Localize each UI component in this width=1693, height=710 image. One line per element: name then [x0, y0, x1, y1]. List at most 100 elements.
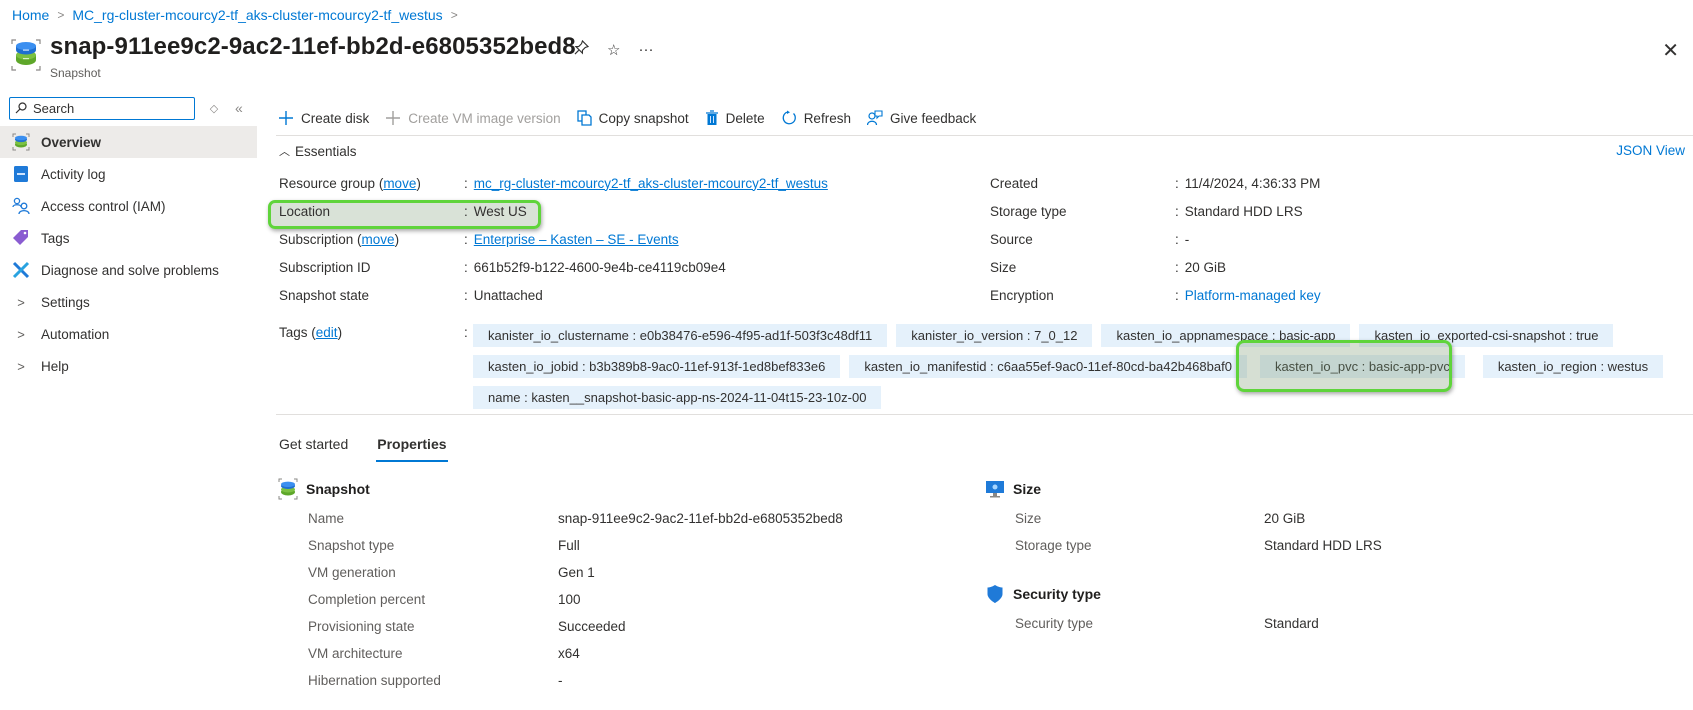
essentials-divider	[276, 414, 1693, 415]
chevron-right-icon: >	[17, 294, 25, 310]
property-row: VM architecture x64	[308, 646, 580, 661]
create-vm-image-version-button[interactable]: Create VM image version	[385, 110, 561, 126]
property-row: Storage type Standard HDD LRS	[1015, 538, 1382, 553]
feedback-icon	[866, 110, 883, 126]
property-row: Name snap-911ee9c2-9ac2-11ef-bb2d-e68053…	[308, 511, 843, 526]
breadcrumb-home[interactable]: Home	[12, 7, 49, 23]
sidebar-search[interactable]	[9, 96, 195, 120]
essentials-storage-type: Storage type : Standard HDD LRS	[990, 203, 1303, 219]
essentials-left: Resource group (move) : mc_rg-cluster-mc…	[279, 169, 828, 309]
tag-chip[interactable]: name : kasten__snapshot-basic-app-ns-202…	[473, 386, 882, 409]
close-icon[interactable]: ✕	[1662, 38, 1679, 63]
iam-icon	[12, 197, 30, 215]
sidebar-item-settings[interactable]: > Settings	[0, 286, 257, 318]
section-heading: Snapshot	[306, 481, 370, 497]
command-bar: Create disk Create VM image version Copy…	[278, 106, 992, 130]
activity-log-icon	[12, 165, 30, 183]
json-view-link[interactable]: JSON View	[1616, 143, 1685, 158]
search-icon	[15, 102, 27, 114]
delete-button[interactable]: Delete	[705, 110, 765, 126]
plus-icon	[386, 111, 401, 125]
star-icon[interactable]: ☆	[607, 41, 620, 59]
breadcrumb-resource-group[interactable]: MC_rg-cluster-mcourcy2-tf_aks-cluster-mc…	[72, 7, 442, 23]
properties-snapshot: Snapshot Name snap-911ee9c2-9ac2-11ef-bb…	[277, 476, 843, 694]
toolbar-divider	[276, 135, 1693, 136]
collapse-sidebar-icon[interactable]: «	[235, 100, 243, 116]
wrench-icon	[12, 261, 30, 279]
plus-icon	[279, 111, 293, 125]
more-icon[interactable]: ···	[638, 41, 653, 58]
sidebar-item-label: Automation	[41, 326, 110, 342]
sidebar: ◇ « Overview Activity log	[0, 96, 257, 382]
resource-group-link[interactable]: mc_rg-cluster-mcourcy2-tf_aks-cluster-mc…	[474, 176, 828, 191]
copy-snapshot-button[interactable]: Copy snapshot	[576, 110, 689, 126]
sidebar-item-automation[interactable]: > Automation	[0, 318, 257, 350]
sidebar-item-label: Diagnose and solve problems	[41, 262, 219, 278]
breadcrumb: Home > MC_rg-cluster-mcourcy2-tf_aks-clu…	[12, 7, 466, 23]
sidebar-item-label: Activity log	[41, 166, 106, 182]
trash-icon	[705, 110, 718, 125]
page-title: snap-911ee9c2-9ac2-11ef-bb2d-e6805352bed…	[50, 33, 576, 60]
snapshot-state-value: Unattached	[473, 287, 543, 303]
chevron-right-icon: >	[17, 326, 25, 342]
essentials-toggle[interactable]: ︿ Essentials	[279, 143, 357, 159]
refresh-button[interactable]: Refresh	[781, 110, 851, 126]
property-row: Hibernation supported -	[308, 673, 563, 688]
section-heading: Size	[1013, 481, 1042, 497]
snapshot-icon	[277, 478, 299, 500]
title-actions: ☆ ···	[574, 39, 653, 59]
sidebar-item-label: Help	[41, 358, 69, 374]
monitor-icon	[984, 478, 1006, 500]
properties-size: Size Size 20 GiB Storage type Standard H…	[986, 476, 1382, 559]
tab-properties[interactable]: Properties	[376, 436, 448, 462]
essentials-snapshot-state: Snapshot state : Unattached	[279, 287, 543, 303]
give-feedback-button[interactable]: Give feedback	[866, 110, 976, 126]
chevron-right-icon: >	[17, 358, 25, 374]
refresh-icon	[782, 110, 796, 125]
snapshot-icon	[10, 38, 42, 72]
tag-chip[interactable]: kasten_io_manifestid : c6aa55ef-9ac0-11e…	[849, 355, 1247, 378]
tag-chip[interactable]: kasten_io_region : westus	[1482, 355, 1664, 378]
page-subtitle: Snapshot	[50, 66, 101, 80]
tag-chip[interactable]: kanister_io_version : 7_0_12	[896, 324, 1093, 347]
create-disk-button[interactable]: Create disk	[278, 110, 369, 126]
sidebar-item-access-control[interactable]: Access control (IAM)	[0, 190, 257, 222]
sort-icon[interactable]: ◇	[207, 102, 221, 115]
sidebar-item-activity-log[interactable]: Activity log	[0, 158, 257, 190]
location-value: West US	[473, 203, 527, 219]
tag-icon	[12, 229, 30, 247]
sidebar-item-help[interactable]: > Help	[0, 350, 257, 382]
tags-label: Tags (edit)	[279, 325, 343, 340]
shield-icon	[984, 583, 1006, 605]
essentials-subscription-id: Subscription ID : 661b52f9-b122-4600-9e4…	[279, 259, 726, 275]
tag-chip[interactable]: kanister_io_clustername : e0b38476-e596-…	[473, 324, 888, 347]
sidebar-item-label: Tags	[41, 230, 70, 246]
property-row: Completion percent 100	[308, 592, 581, 607]
move-resource-group-link[interactable]: move	[383, 176, 416, 191]
sidebar-item-diagnose[interactable]: Diagnose and solve problems	[0, 254, 257, 286]
sidebar-item-label: Overview	[41, 134, 102, 150]
essentials-subscription: Subscription (move) : Enterprise – Kaste…	[279, 231, 679, 247]
subscription-id-value: 661b52f9-b122-4600-9e4b-ce4119cb09e4	[473, 259, 726, 275]
breadcrumb-separator-icon: >	[57, 8, 65, 22]
property-row: Size 20 GiB	[1015, 511, 1306, 526]
tags-list: kanister_io_clustername : e0b38476-e596-…	[473, 324, 1688, 417]
pvc-tag-highlight	[1236, 340, 1452, 392]
move-subscription-link[interactable]: move	[362, 232, 395, 247]
search-input[interactable]	[33, 100, 183, 116]
snapshot-icon	[12, 133, 30, 151]
property-row: VM generation Gen 1	[308, 565, 595, 580]
sidebar-item-overview[interactable]: Overview	[0, 126, 257, 158]
chevron-up-icon: ︿	[279, 146, 290, 158]
copy-icon	[576, 110, 592, 126]
encryption-link[interactable]: Platform-managed key	[1185, 288, 1321, 303]
overview-tabs: Get started Properties	[279, 436, 476, 462]
tag-chip[interactable]: kasten_io_jobid : b3b389b8-9ac0-11ef-913…	[473, 355, 841, 378]
sidebar-item-tags[interactable]: Tags	[0, 222, 257, 254]
subscription-link[interactable]: Enterprise – Kasten – SE - Events	[474, 232, 679, 247]
tab-get-started[interactable]: Get started	[279, 436, 348, 462]
pin-icon[interactable]	[574, 39, 590, 59]
essentials-encryption: Encryption : Platform-managed key	[990, 287, 1321, 303]
edit-tags-link[interactable]: edit	[316, 325, 338, 340]
essentials-location: Location : West US	[279, 203, 527, 219]
